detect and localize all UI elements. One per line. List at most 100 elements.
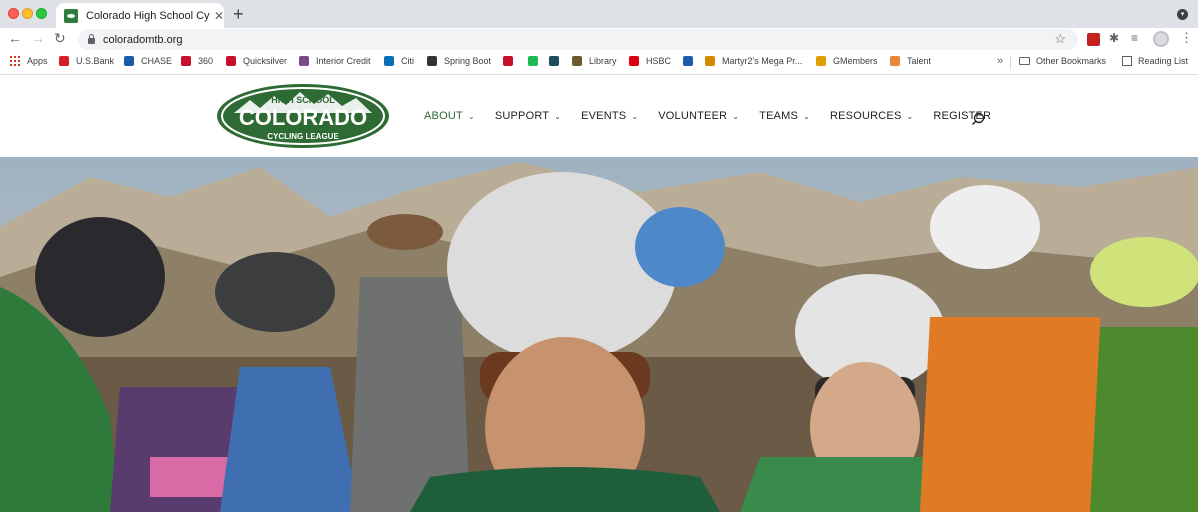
bookmarks-separator [1010,56,1011,70]
chevron-down-icon: ⌄ [732,111,740,121]
bookmark-library[interactable]: Library [572,56,617,66]
bookmark-apps[interactable]: Apps [10,56,48,66]
bookmark-label: Martyr2's Mega Pr... [722,56,803,66]
league-logo[interactable]: HIGH SCHOOL COLORADO CYCLING LEAGUE [216,83,390,149]
extension-icon[interactable] [1087,33,1100,46]
reading-list-icon [1122,56,1132,66]
extensions-puzzle-icon[interactable]: ✱ [1109,31,1119,45]
bookmark-favicon-icon [124,56,134,66]
close-tab-icon[interactable]: ✕ [214,9,224,23]
bookmark-talent[interactable]: Talent [890,56,931,66]
bookmark-favicon-icon [572,56,582,66]
bookmark-label: HSBC [646,56,672,66]
bookmark-u-s-bank[interactable]: U.S.Bank [59,56,114,66]
hero-image [0,157,1198,512]
bookmark-spring-boot[interactable]: Spring Boot [427,56,491,66]
more-bookmarks-button[interactable]: » [997,55,1003,67]
browser-tab[interactable]: Colorado High School Cycling L ✕ [56,3,224,28]
browser-menu-icon[interactable]: ⋮ [1180,30,1193,45]
bookmark-chase[interactable]: CHASE [124,56,172,66]
bookmark-favicon-icon [890,56,900,66]
chevron-down-icon: ⌄ [631,111,639,121]
bookmark-label: Interior Credit [316,56,371,66]
bookmark-favicon-icon [549,56,559,66]
bookmark-favicon-icon [384,56,394,66]
bookmark-favicon-icon [181,56,191,66]
site-header: HIGH SCHOOL COLORADO CYCLING LEAGUE ABOU… [0,76,1198,157]
menu-item-teams[interactable]: TEAMS ⌄ [759,110,810,122]
bookmark-label: GMembers [833,56,878,66]
address-bar[interactable]: coloradomtb.org ☆ [78,29,1078,50]
bookmark-citi[interactable]: Citi [384,56,414,66]
bookmark-label: CHASE [141,56,173,66]
tab-title: Colorado High School Cycling L [86,9,210,22]
chevron-down-icon: ⌄ [803,111,810,121]
minimize-window-button[interactable] [22,8,33,19]
chevron-down-icon: ⌄ [554,111,562,121]
bookmark-360[interactable]: 360 [181,56,213,66]
other-bookmarks-label: Other Bookmarks [1036,56,1107,66]
bookmark-gmembers[interactable]: GMembers [816,56,878,66]
browser-toolbar: ← → ↻ coloradomtb.org ☆ ✱ ≡ ⋮ [0,28,1198,51]
chevron-down-icon: ⌄ [906,111,914,121]
bookmark-favicon-icon [59,56,69,66]
bookmark-star-icon[interactable]: ☆ [1054,31,1066,47]
site-favicon-icon [64,8,78,23]
bookmark-favicon-icon [427,56,437,66]
tab-search-icon[interactable]: ▾ [1177,9,1188,20]
bookmark-label: 360 [198,56,214,66]
apps-grid-icon [10,56,20,66]
search-icon[interactable] [971,112,985,126]
close-window-button[interactable] [8,8,19,19]
lock-icon[interactable] [88,33,95,44]
menu-item-about[interactable]: ABOUT ⌄ [424,110,475,122]
bookmark-quicksilver[interactable]: Quicksilver [226,56,287,66]
logo-bottom-text: CYCLING LEAGUE [267,132,339,141]
back-icon[interactable]: ← [8,30,22,46]
menu-item-resources[interactable]: RESOURCES ⌄ [830,110,913,122]
menu-item-volunteer[interactable]: VOLUNTEER ⌄ [658,110,739,122]
bookmark-icon-13[interactable] [683,56,700,66]
bookmark-favicon-icon [226,56,236,66]
menu-label: ABOUT [424,110,463,122]
bookmark-icon-8[interactable] [503,56,520,66]
new-tab-button[interactable]: + [233,4,244,25]
logo-main-text: COLORADO [239,105,367,130]
bookmark-martyr2-s-mega-pr[interactable]: Martyr2's Mega Pr... [705,56,802,66]
chevron-down-icon: ⌄ [467,111,475,121]
bookmarks-bar: » Other Bookmarks Reading List Apps U.S.B… [0,51,1198,75]
hero-photo [0,157,1198,512]
media-control-icon[interactable]: ≡ [1131,31,1138,45]
forward-icon[interactable]: → [31,30,45,46]
bookmark-hsbc[interactable]: HSBC [629,56,671,66]
bookmark-favicon-icon [816,56,826,66]
reload-icon[interactable]: ↻ [54,30,66,47]
menu-item-support[interactable]: SUPPORT ⌄ [495,110,561,122]
bookmark-favicon-icon [705,56,715,66]
bookmark-favicon-icon [528,56,538,66]
bookmark-label: Talent [907,56,932,66]
bookmark-favicon-icon [629,56,639,66]
profile-avatar-icon[interactable] [1153,31,1169,47]
logo-top-text: HIGH SCHOOL [271,95,335,105]
bookmark-label: U.S.Bank [76,56,115,66]
reading-list-button[interactable]: Reading List [1122,56,1188,66]
bookmark-interior-credit[interactable]: Interior Credit [299,56,371,66]
folder-icon [1019,57,1030,65]
maximize-window-button[interactable] [36,8,47,19]
bookmark-icon-10[interactable] [549,56,566,66]
bookmark-favicon-icon [299,56,309,66]
bookmark-label: Spring Boot [444,56,492,66]
reading-list-label: Reading List [1138,56,1189,66]
bookmark-icon-9[interactable] [528,56,545,66]
bookmark-label: Quicksilver [243,56,288,66]
menu-label: TEAMS [759,110,799,122]
bookmark-label: Library [589,56,617,66]
menu-label: VOLUNTEER [658,110,728,122]
bookmark-favicon-icon [503,56,513,66]
bookmark-label: Citi [401,56,414,66]
url-text[interactable]: coloradomtb.org [103,34,183,46]
other-bookmarks-folder[interactable]: Other Bookmarks [1019,56,1106,66]
menu-item-events[interactable]: EVENTS ⌄ [581,110,638,122]
menu-label: EVENTS [581,110,627,122]
